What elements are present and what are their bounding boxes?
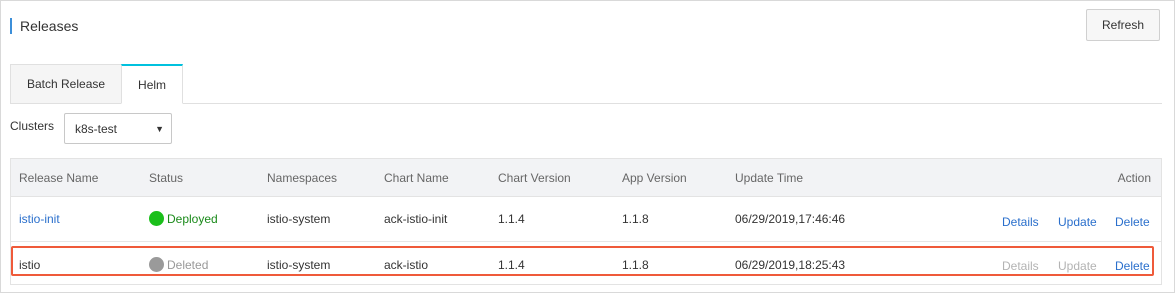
deployed-status-icon xyxy=(149,211,164,226)
chart-version-cell: 1.1.4 xyxy=(498,212,525,226)
status-badge: Deleted xyxy=(149,257,208,272)
table-header: Release Name Status Namespaces Chart Nam… xyxy=(11,159,1161,197)
col-namespaces: Namespaces xyxy=(267,171,338,185)
status-text: Deployed xyxy=(167,211,218,226)
tab-helm[interactable]: Helm xyxy=(121,64,184,104)
table-row: istio Deleted istio-system ack-istio 1.1… xyxy=(11,243,1161,288)
status-badge: Deployed xyxy=(149,211,218,226)
page-title: Releases xyxy=(20,18,79,34)
caret-down-icon: ▼ xyxy=(155,124,164,134)
tab-bar: Batch Release Helm xyxy=(10,64,184,104)
app-version-cell: 1.1.8 xyxy=(622,212,649,226)
namespace-cell: istio-system xyxy=(267,258,331,272)
col-action: Action xyxy=(1117,171,1151,185)
release-name-cell: istio xyxy=(19,258,41,272)
col-app-version: App Version xyxy=(622,171,687,185)
col-chart-version: Chart Version xyxy=(498,171,571,185)
details-link-disabled: Details xyxy=(1002,259,1039,273)
status-text: Deleted xyxy=(167,257,209,272)
update-time-cell: 06/29/2019,17:46:46 xyxy=(735,212,846,226)
clusters-label: Clusters xyxy=(10,119,55,133)
page-frame: Releases Refresh Batch Release Helm Clus… xyxy=(0,0,1175,293)
chart-version-cell: 1.1.4 xyxy=(498,258,525,272)
update-link[interactable]: Update xyxy=(1058,215,1097,229)
chart-name-cell: ack-istio-init xyxy=(384,212,448,226)
delete-link[interactable]: Delete xyxy=(1115,259,1150,273)
page-header: Releases xyxy=(10,17,78,35)
col-release-name: Release Name xyxy=(19,171,99,185)
table-row: istio-init Deployed istio-system ack-ist… xyxy=(11,197,1161,242)
cluster-select-value: k8s-test xyxy=(75,121,118,136)
update-time-cell: 06/29/2019,18:25:43 xyxy=(735,258,846,272)
app-version-cell: 1.1.8 xyxy=(622,258,649,272)
release-name-link[interactable]: istio-init xyxy=(19,212,60,226)
cluster-select[interactable]: k8s-test ▼ xyxy=(64,113,172,144)
refresh-button[interactable]: Refresh xyxy=(1086,9,1160,41)
update-link-disabled: Update xyxy=(1058,259,1097,273)
delete-link[interactable]: Delete xyxy=(1115,215,1150,229)
tab-batch-release[interactable]: Batch Release xyxy=(10,64,123,104)
col-status: Status xyxy=(149,171,184,185)
col-chart-name: Chart Name xyxy=(384,171,449,185)
col-update-time: Update Time xyxy=(735,171,804,185)
deleted-status-icon xyxy=(149,257,164,272)
chart-name-cell: ack-istio xyxy=(384,258,429,272)
namespace-cell: istio-system xyxy=(267,212,331,226)
title-accent-bar xyxy=(10,18,12,34)
releases-table: Release Name Status Namespaces Chart Nam… xyxy=(10,158,1162,285)
details-link[interactable]: Details xyxy=(1002,215,1039,229)
